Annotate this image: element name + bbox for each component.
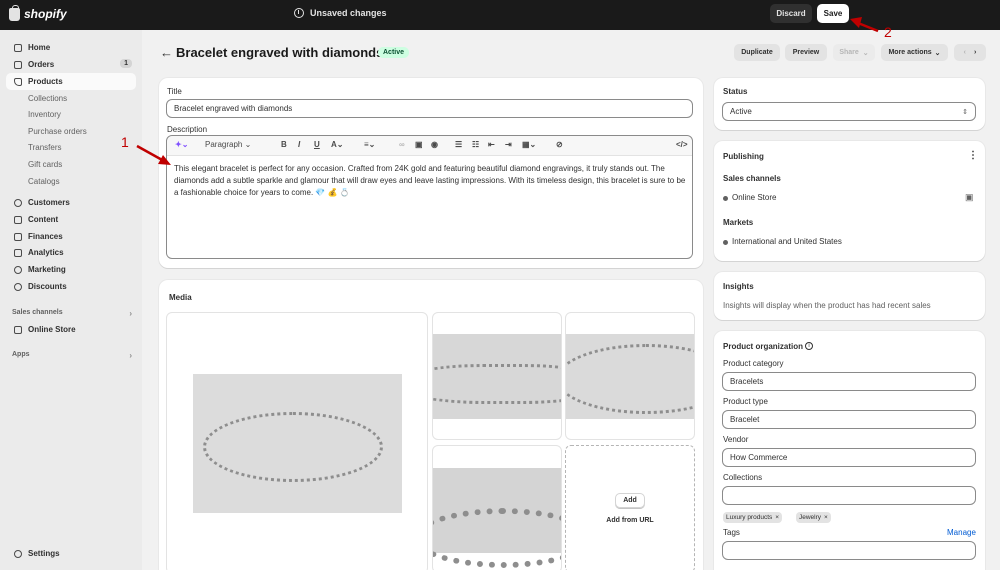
annotation-arrows: [136, 17, 879, 165]
annotation-number-2: 2: [884, 24, 892, 40]
annotation-number-1: 1: [121, 134, 129, 150]
annotation-arrow-1: [136, 144, 165, 163]
annotation-arrowhead-2: [850, 17, 862, 28]
annotation-arrow-2: [857, 21, 879, 33]
